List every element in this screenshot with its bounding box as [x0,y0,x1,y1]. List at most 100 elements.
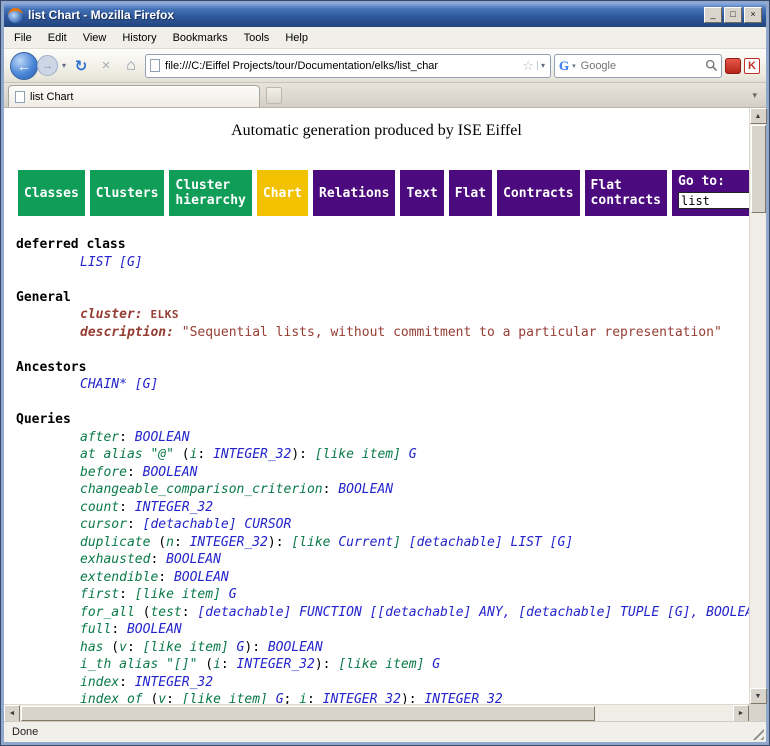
doc-line: has (v: [like item] G): BOOLEAN [16,639,749,657]
doc-line: deferred class [16,236,749,254]
doc-line: changeable_comparison_criterion: BOOLEAN [16,481,749,499]
forward-arrow-icon: → [42,60,53,72]
window-title: list Chart - Mozilla Firefox [28,8,699,22]
scroll-right-icon[interactable]: ► [733,705,749,722]
kaspersky-icon[interactable]: K [744,58,760,74]
content-area: Automatic generation produced by ISE Eif… [4,108,766,721]
tab-bar: list Chart ▾ [4,83,766,108]
tab-list-chart[interactable]: list Chart [8,85,260,107]
search-input[interactable] [579,59,702,73]
history-dropdown-icon[interactable]: ▾ [61,61,67,70]
url-bar: ☆ ▾ [145,54,551,78]
forward-button[interactable]: → [37,55,58,76]
resize-grip[interactable] [750,726,764,740]
goto-box: Go to: [672,170,749,216]
doc-line: Ancestors [16,359,749,377]
close-icon[interactable]: × [744,7,762,23]
url-dropdown-icon[interactable]: ▾ [537,61,548,70]
navbtn-chart[interactable]: Chart [257,170,308,216]
doc-line: exhausted: BOOLEAN [16,551,749,569]
menu-file[interactable]: File [6,29,40,47]
page-heading: Automatic generation produced by ISE Eif… [16,122,737,140]
search-magnifier-icon[interactable] [705,59,718,72]
search-bar: G ▾ [554,54,722,78]
navbtn-text[interactable]: Text [400,170,443,216]
doc-line: full: BOOLEAN [16,621,749,639]
stop-button[interactable]: × [95,55,117,77]
menu-edit[interactable]: Edit [40,29,75,47]
doc-line: for_all (test: [detachable] FUNCTION [[d… [16,604,749,622]
doc-line [16,394,749,412]
doc-line: General [16,289,749,307]
goto-label: Go to: [678,174,749,189]
bookmark-star-icon[interactable]: ☆ [522,59,534,72]
vertical-scrollbar[interactable]: ▲ ▼ [749,108,766,704]
navbtn-flat-contracts[interactable]: Flat contracts [585,170,667,216]
search-engine-dropdown-icon[interactable]: ▾ [572,62,576,70]
list-all-tabs-icon[interactable]: ▾ [752,90,762,103]
doc-line: i_th alias "[]" (i: INTEGER_32): [like i… [16,656,749,674]
status-bar: Done [4,721,766,742]
tab-favicon-icon [15,91,25,103]
back-button[interactable]: ← [10,52,38,80]
scrollbar-corner [749,704,766,721]
navbtn-relations[interactable]: Relations [313,170,395,216]
menu-bookmarks[interactable]: Bookmarks [165,29,236,47]
doc-line: Queries [16,411,749,429]
doc-line: cursor: [detachable] CURSOR [16,516,749,534]
doc-line: index: INTEGER_32 [16,674,749,692]
doc-line [16,271,749,289]
title-bar[interactable]: list Chart - Mozilla Firefox _ □ × [4,3,766,27]
doc-line [16,341,749,359]
navbtn-contracts[interactable]: Contracts [497,170,579,216]
horizontal-scrollbar[interactable]: ◄ ► [4,704,749,721]
doc-line: LIST [G] [16,254,749,272]
menu-view[interactable]: View [75,29,115,47]
page-viewport: Automatic generation produced by ISE Eif… [4,108,749,704]
menu-tools[interactable]: Tools [236,29,278,47]
firefox-window: list Chart - Mozilla Firefox _ □ × FileE… [0,0,770,746]
url-input[interactable] [163,59,519,73]
navbtn-clusters[interactable]: Clusters [90,170,165,216]
scroll-down-icon[interactable]: ▼ [750,688,767,704]
scroll-up-icon[interactable]: ▲ [750,108,767,124]
navbtn-classes[interactable]: Classes [18,170,85,216]
doc-line: before: BOOLEAN [16,464,749,482]
doc-line: duplicate (n: INTEGER_32): [like Current… [16,534,749,552]
extension-icon[interactable] [725,58,741,74]
doc-line: index_of (v: [like item] G; i: INTEGER_3… [16,691,749,704]
maximize-icon[interactable]: □ [724,7,742,23]
reload-button[interactable]: ↻ [70,55,92,77]
doc-content: deferred classLIST [G] Generalcluster: E… [16,236,749,704]
doc-line: first: [like item] G [16,586,749,604]
horizontal-scroll-thumb[interactable] [21,706,595,721]
minimize-icon[interactable]: _ [704,7,722,23]
doc-line: extendible: BOOLEAN [16,569,749,587]
menu-history[interactable]: History [114,29,164,47]
scroll-left-icon[interactable]: ◄ [4,705,20,722]
doc-line: CHAIN* [G] [16,376,749,394]
back-arrow-icon: ← [17,58,31,74]
goto-input[interactable] [678,192,749,209]
doc-line: at alias "@" (i: INTEGER_32): [like item… [16,446,749,464]
tab-label: list Chart [30,91,73,103]
vertical-scroll-thumb[interactable] [751,125,766,213]
menu-bar: FileEditViewHistoryBookmarksToolsHelp [4,27,766,49]
nav-toolbar: ← → ▾ ↻ × ⌂ ☆ ▾ G ▾ K [4,49,766,83]
nav-buttons: ClassesClustersCluster hierarchyChartRel… [18,170,667,216]
doc-line: cluster: ELKS [16,306,749,324]
window-controls: _ □ × [704,7,762,23]
tab-strip-button[interactable] [266,87,282,104]
status-text: Done [12,726,38,738]
doc-line: description: "Sequential lists, without … [16,324,749,342]
home-button[interactable]: ⌂ [120,55,142,77]
menu-help[interactable]: Help [277,29,316,47]
doc-line: after: BOOLEAN [16,429,749,447]
navbtn-cluster-hierarchy[interactable]: Cluster hierarchy [169,170,251,216]
doc-navbar: ClassesClustersCluster hierarchyChartRel… [18,170,749,216]
navbtn-flat[interactable]: Flat [449,170,492,216]
firefox-icon [8,8,23,23]
page-favicon-icon [150,59,160,72]
google-icon: G [559,58,569,74]
doc-line: count: INTEGER_32 [16,499,749,517]
